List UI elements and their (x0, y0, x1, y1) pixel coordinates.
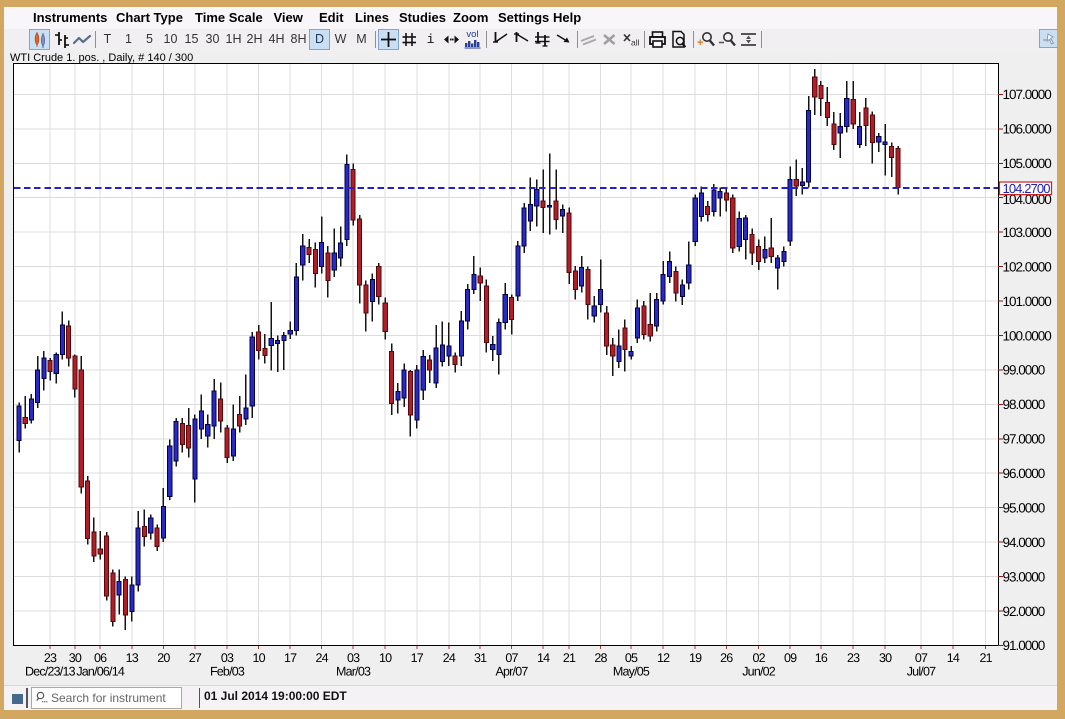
svg-text:Jul/07: Jul/07 (907, 665, 936, 679)
svg-text:Feb/03: Feb/03 (210, 665, 245, 679)
svg-text:97.0000: 97.0000 (1003, 432, 1045, 447)
svg-text:09: 09 (784, 651, 797, 665)
svg-text:103.0000: 103.0000 (1003, 225, 1052, 240)
svg-text:03: 03 (221, 651, 234, 665)
svg-text:23: 23 (44, 651, 57, 665)
svg-text:24: 24 (443, 651, 456, 665)
svg-text:91.0000: 91.0000 (1003, 638, 1045, 653)
svg-text:107.0000: 107.0000 (1003, 87, 1052, 102)
svg-text:30: 30 (879, 651, 892, 665)
svg-text:05: 05 (625, 651, 638, 665)
svg-text:13: 13 (126, 651, 139, 665)
svg-text:96.0000: 96.0000 (1003, 466, 1045, 481)
svg-text:94.0000: 94.0000 (1003, 535, 1045, 550)
svg-text:14: 14 (947, 651, 960, 665)
svg-text:14: 14 (537, 651, 550, 665)
svg-text:Jun/02: Jun/02 (742, 665, 776, 679)
svg-text:31: 31 (474, 651, 487, 665)
svg-text:17: 17 (411, 651, 424, 665)
svg-text:23: 23 (847, 651, 860, 665)
svg-text:Apr/07: Apr/07 (495, 665, 528, 679)
svg-text:07: 07 (505, 651, 518, 665)
svg-text:104.2700: 104.2700 (1003, 181, 1051, 196)
svg-text:28: 28 (594, 651, 607, 665)
svg-text:21: 21 (979, 651, 992, 665)
svg-text:106.0000: 106.0000 (1003, 122, 1052, 137)
svg-text:03: 03 (347, 651, 360, 665)
svg-text:17: 17 (284, 651, 297, 665)
svg-text:95.0000: 95.0000 (1003, 501, 1045, 516)
svg-text:101.0000: 101.0000 (1003, 294, 1052, 309)
svg-text:92.0000: 92.0000 (1003, 604, 1045, 619)
svg-text:26: 26 (720, 651, 733, 665)
svg-text:98.0000: 98.0000 (1003, 397, 1045, 412)
svg-text:07: 07 (915, 651, 928, 665)
svg-text:Dec/23/13: Dec/23/13 (25, 665, 76, 679)
svg-text:105.0000: 105.0000 (1003, 156, 1052, 171)
svg-text:99.0000: 99.0000 (1003, 363, 1045, 378)
svg-text:19: 19 (689, 651, 702, 665)
svg-text:Jan/06/14: Jan/06/14 (76, 665, 125, 679)
svg-text:24: 24 (315, 651, 328, 665)
svg-text:30: 30 (69, 651, 82, 665)
svg-text:100.0000: 100.0000 (1003, 328, 1052, 343)
svg-text:Mar/03: Mar/03 (336, 665, 371, 679)
svg-text:93.0000: 93.0000 (1003, 569, 1045, 584)
svg-text:27: 27 (189, 651, 202, 665)
svg-text:02: 02 (752, 651, 765, 665)
svg-text:21: 21 (563, 651, 576, 665)
svg-text:May/05: May/05 (613, 665, 650, 679)
svg-text:10: 10 (379, 651, 392, 665)
svg-text:10: 10 (252, 651, 265, 665)
svg-text:06: 06 (94, 651, 107, 665)
svg-text:20: 20 (157, 651, 170, 665)
svg-text:12: 12 (657, 651, 670, 665)
svg-text:102.0000: 102.0000 (1003, 259, 1052, 274)
svg-text:16: 16 (815, 651, 828, 665)
